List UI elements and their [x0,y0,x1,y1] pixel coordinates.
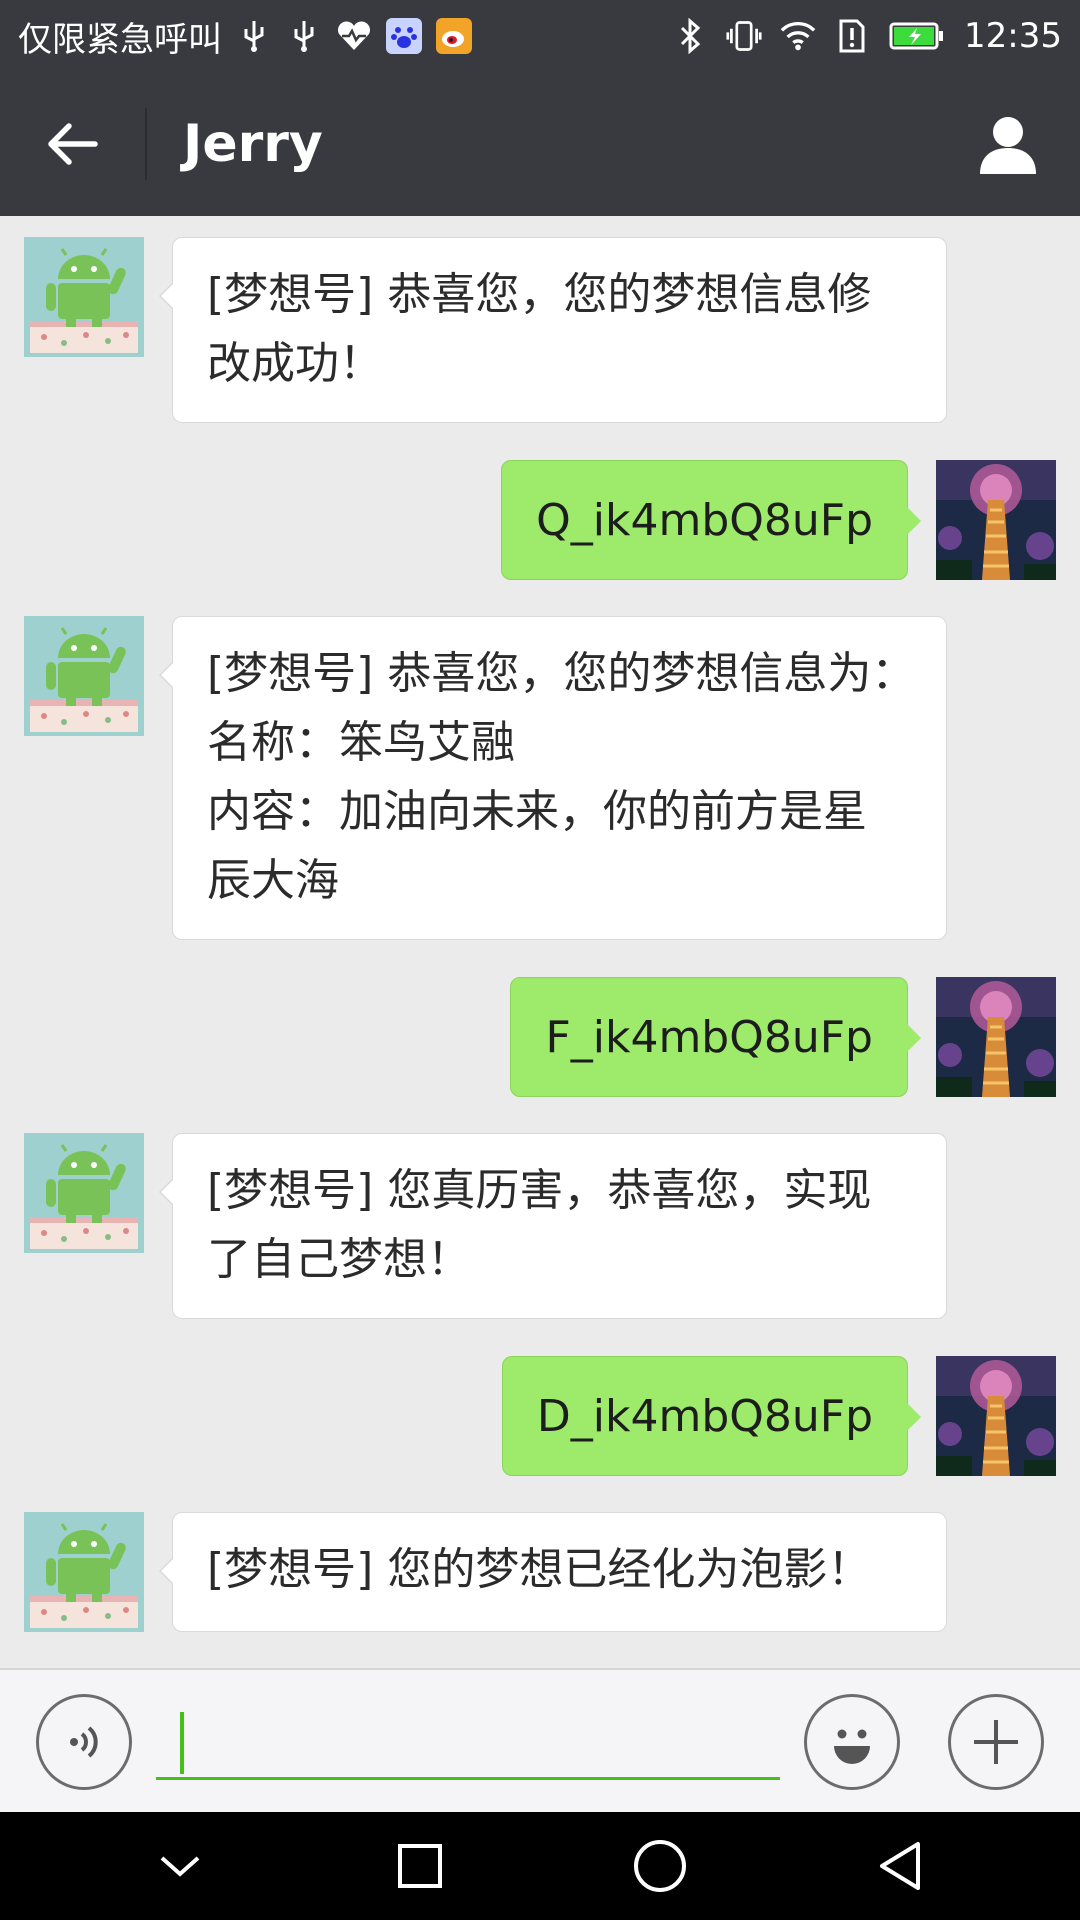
page-title: Jerry [183,114,323,174]
input-bar [0,1668,1080,1812]
bluetooth-icon [672,18,708,54]
message-input[interactable] [156,1710,780,1780]
plus-icon [974,1720,1018,1764]
more-options-button[interactable] [948,1694,1044,1790]
usb-icon [236,18,272,54]
sim-alert-icon [834,18,870,54]
contact-avatar[interactable] [24,1512,144,1632]
carrier-text: 仅限紧急呼叫 [18,19,222,60]
incoming-message[interactable]: [梦想号] 您真历害，恭喜您，实现 了自己梦想！ [159,1133,947,1319]
incoming-message[interactable]: [梦想号] 恭喜您，您的梦想信息修 改成功！ [159,237,947,423]
incoming-message[interactable]: [梦想号] 恭喜您，您的梦想信息为： 名称：笨鸟艾融 内容：加油向未来，你的前方… [159,616,947,940]
outgoing-message[interactable]: Q_ik4mbQ8uFp [501,460,921,580]
chevron-down-icon [160,1856,200,1877]
text-caret [180,1712,184,1774]
contact-profile-button[interactable] [936,72,1080,216]
status-bar: 仅限紧急呼叫 12:35 [0,0,1080,72]
chat-header: Jerry [0,72,1080,216]
nav-back-button[interactable] [850,1816,950,1916]
battery-charging-icon [888,18,946,54]
person-icon [980,117,1036,174]
emoji-button[interactable] [804,1694,900,1790]
message-list[interactable]: [梦想号] 恭喜您，您的梦想信息修 改成功！ Q_ik4mbQ8uFp [梦想号… [0,216,1080,1668]
voice-input-button[interactable] [36,1694,132,1790]
outgoing-message[interactable]: D_ik4mbQ8uFp [501,1356,922,1476]
voice-icon [70,1726,98,1758]
nav-home-button[interactable] [610,1816,710,1916]
vibrate-icon [726,18,762,54]
my-avatar[interactable] [936,1356,1056,1476]
square-icon [398,1844,442,1888]
system-nav-bar [0,1812,1080,1920]
my-avatar[interactable] [936,977,1056,1097]
nav-hide-keyboard-button[interactable] [130,1816,230,1916]
contact-avatar[interactable] [24,237,144,357]
contact-avatar[interactable] [24,616,144,736]
header-divider [145,108,147,180]
nav-recents-button[interactable] [370,1816,470,1916]
usb-icon [286,18,322,54]
weibo-app-icon [436,18,472,54]
smiley-icon [834,1729,870,1764]
arrow-left-icon [47,123,98,165]
incoming-message[interactable]: [梦想号] 您的梦想已经化为泡影！ [159,1512,947,1632]
triangle-back-icon [880,1842,920,1890]
contact-avatar[interactable] [24,1133,144,1253]
clock-time: 12:35 [964,16,1062,56]
wifi-icon [780,18,816,54]
back-button[interactable] [0,72,145,216]
outgoing-message[interactable]: F_ik4mbQ8uFp [510,977,921,1097]
health-heart-icon [336,18,372,54]
my-avatar[interactable] [936,460,1056,580]
baidu-app-icon [386,18,422,54]
circle-icon [634,1840,686,1892]
